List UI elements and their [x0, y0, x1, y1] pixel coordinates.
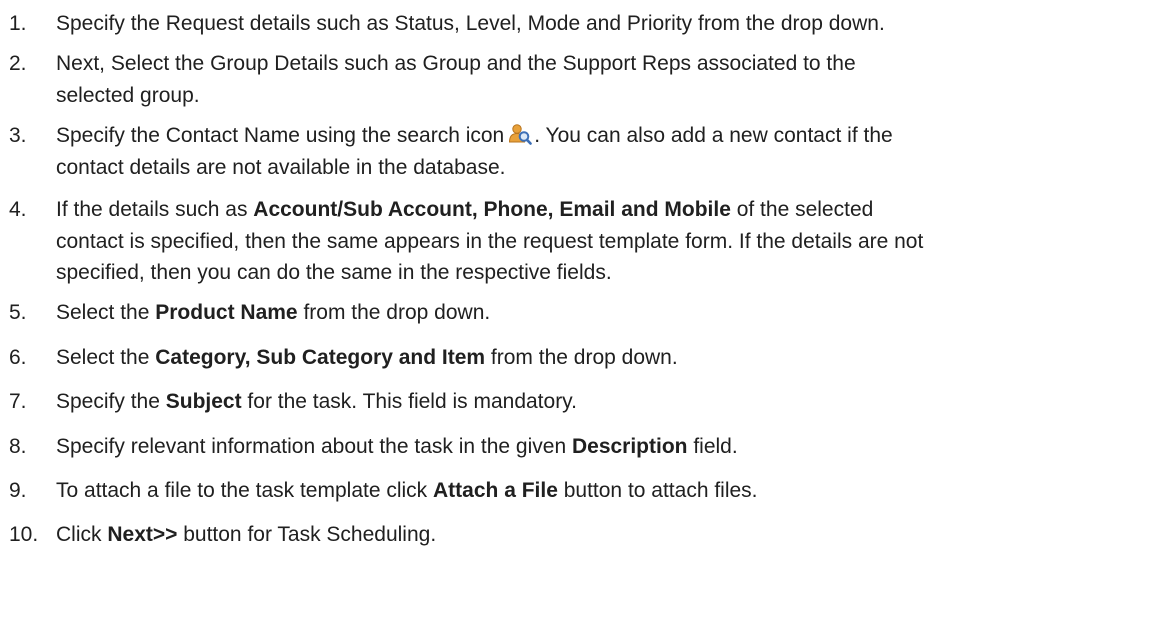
- step-number: 7.: [9, 390, 27, 413]
- step-text-continued: contact details are not available in the…: [56, 155, 506, 179]
- step-number: 1.: [9, 12, 27, 35]
- step-text: Specify the Subject for the task. This f…: [56, 390, 577, 413]
- step-text-continued: selected group.: [56, 83, 200, 107]
- step-number: 3.: [9, 124, 27, 147]
- step-text: Select the Product Name from the drop do…: [56, 301, 491, 324]
- step-text: Specify the Contact Name using the searc…: [56, 123, 893, 147]
- step-number: 10.: [9, 523, 39, 546]
- step-text: Select the Category, Sub Category and It…: [56, 346, 678, 369]
- step-text-continued: contact is specified, then the same appe…: [56, 229, 924, 253]
- step-text: Next, Select the Group Details such as G…: [56, 52, 856, 75]
- instruction-list: 1. Specify the Request details such as S…: [0, 0, 1167, 628]
- contact-search-icon: [508, 123, 533, 145]
- step-text-continued: specified, then you can do the same in t…: [56, 261, 612, 284]
- step-text: Click Next>> button for Task Scheduling.: [56, 523, 437, 546]
- step-number: 8.: [9, 435, 27, 458]
- step-text: To attach a file to the task template cl…: [56, 479, 758, 502]
- step-number: 5.: [9, 301, 27, 324]
- step-number: 6.: [9, 346, 27, 369]
- step-text: Specify the Request details such as Stat…: [56, 12, 885, 35]
- step-text: Specify relevant information about the t…: [56, 435, 738, 458]
- step-number: 2.: [9, 52, 27, 75]
- step-number: 4.: [9, 198, 27, 221]
- step-number: 9.: [9, 479, 27, 502]
- step-text: If the details such as Account/Sub Accou…: [56, 198, 874, 221]
